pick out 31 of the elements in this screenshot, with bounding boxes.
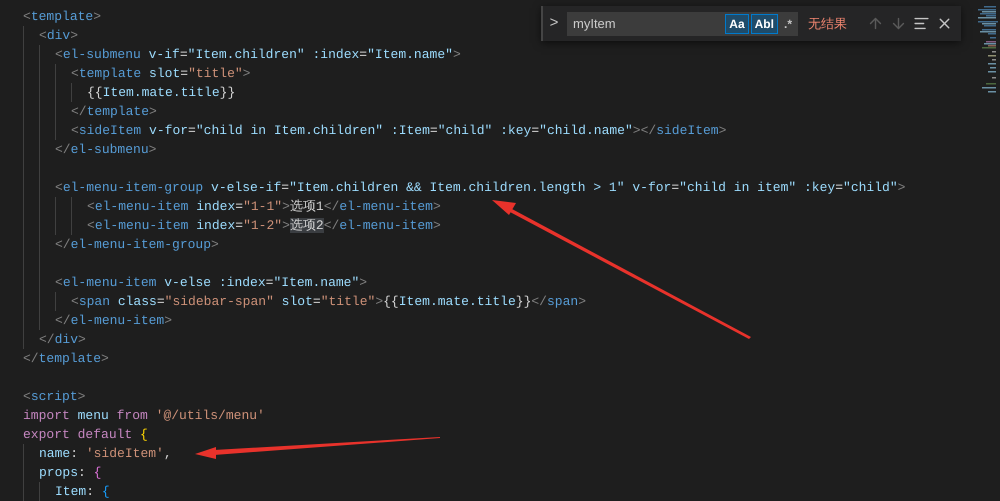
code-line: export default { [23, 426, 148, 444]
code-line: name: 'sideItem', [39, 445, 172, 463]
code-line: {{Item.mate.title}} [87, 84, 236, 102]
find-input[interactable]: myItem Aa Abl .* [567, 12, 798, 36]
toggle-replace-button[interactable]: > [547, 12, 561, 35]
search-option-toggle[interactable]: Abl [750, 14, 778, 34]
find-in-selection-icon[interactable] [913, 15, 930, 32]
search-option-toggle[interactable]: .* [780, 14, 796, 34]
code-line: <template> [23, 8, 102, 26]
no-results-text: 无结果 [808, 14, 848, 33]
code-line: <script> [23, 388, 86, 406]
code-line: props: { [39, 464, 102, 482]
code-line: <el-menu-item-group v-else-if="Item.children && Item.children.length > 1" v-for="child in item" :key="child"> [55, 179, 906, 197]
search-option-toggle[interactable]: Aa [725, 14, 749, 34]
code-line: </template> [71, 103, 157, 121]
code-line: <sideItem v-for="child in Item.children" :Item="child" :key="child.name"></sideItem> [71, 122, 726, 140]
code-line: </el-menu-item> [55, 312, 172, 330]
code-line: <el-menu-item index="1-2">选项2</el-menu-item> [87, 217, 441, 235]
code-line: </el-menu-item-group> [55, 236, 219, 254]
code-line: </template> [23, 350, 109, 368]
code-line: <el-menu-item index="1-1">选项1</el-menu-item> [87, 198, 441, 216]
code-line: </div> [39, 331, 86, 349]
code-line: <div> [39, 27, 78, 45]
code-line: <el-submenu v-if="Item.children" :index="Item.name"> [55, 46, 461, 64]
code-line: <span class="sidebar-span" slot="title">{{Item.mate.title}}</span> [71, 293, 586, 311]
code-line: Item: { [55, 483, 110, 501]
code-line: <template slot="title"> [71, 65, 250, 83]
code-line: import menu from '@/utils/menu' [23, 407, 265, 425]
find-input-value: myItem [573, 14, 617, 33]
code-line: <el-menu-item v-else :index="Item.name"> [55, 274, 368, 292]
code-line: </el-submenu> [55, 141, 156, 159]
